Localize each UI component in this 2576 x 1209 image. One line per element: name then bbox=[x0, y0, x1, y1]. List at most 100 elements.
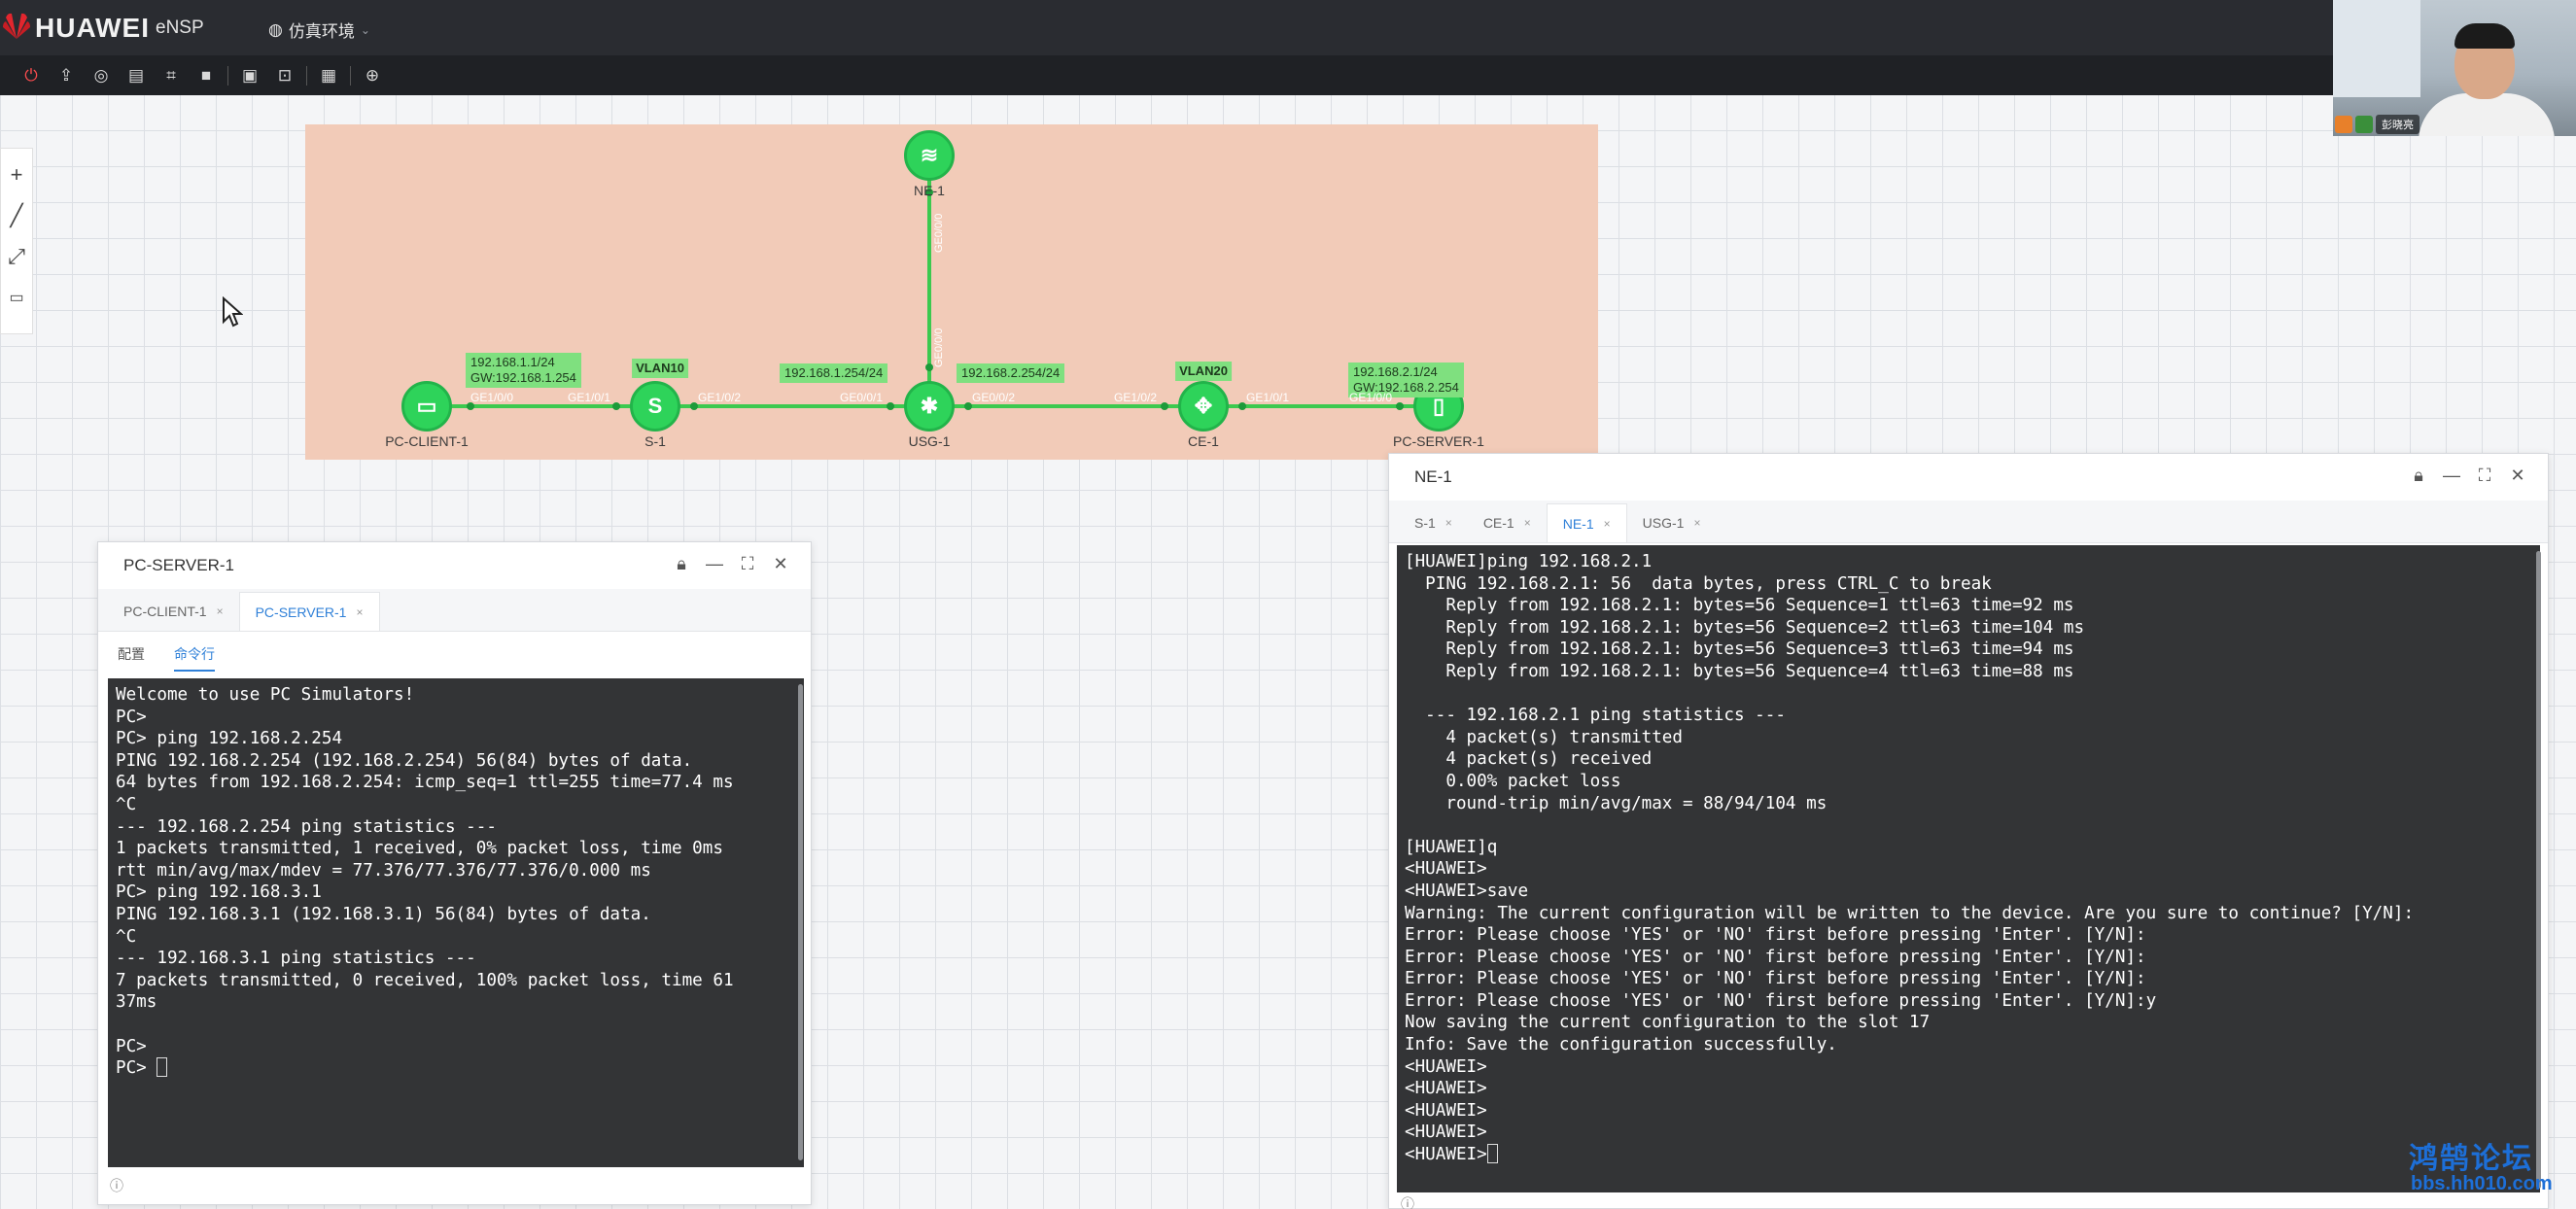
port-label: GE0/0/2 bbox=[972, 391, 1016, 404]
terminal-line: PING 192.168.2.254 (192.168.2.254) 56(84… bbox=[116, 750, 693, 771]
terminal-line: --- 192.168.2.254 ping statistics --- bbox=[116, 816, 497, 837]
book-icon[interactable]: ▤ bbox=[119, 62, 154, 89]
close-icon[interactable]: ✕ bbox=[770, 554, 791, 574]
gateway: GW:192.168.1.254 bbox=[470, 370, 576, 385]
window-controls: 🔒︎ — ⛶ ✕ bbox=[2408, 466, 2528, 486]
terminal-line: Reply from 192.168.2.1: bytes=56 Sequenc… bbox=[1405, 639, 2074, 660]
add-icon[interactable]: + bbox=[2, 155, 31, 195]
text-cursor bbox=[157, 1057, 168, 1078]
device-usg[interactable]: ✱ bbox=[904, 381, 955, 432]
webcam-namebar: 彭晓亮 bbox=[2335, 115, 2419, 134]
webcam-background bbox=[2333, 0, 2420, 97]
close-icon[interactable]: × bbox=[1693, 516, 1700, 530]
device-ne1[interactable]: ≋ bbox=[904, 130, 955, 181]
text-box-icon[interactable]: ▭ bbox=[2, 277, 31, 318]
scrollbar[interactable] bbox=[2536, 551, 2541, 1189]
close-icon[interactable]: ✕ bbox=[2507, 466, 2528, 486]
title-bar: HUAWEI eNSP ◍ 仿真环境 ⌄ bbox=[0, 0, 2576, 55]
tab-label: S-1 bbox=[1414, 515, 1436, 531]
tab-ce1[interactable]: CE-1 × bbox=[1468, 503, 1547, 542]
scrollbar[interactable] bbox=[798, 684, 803, 1160]
environment-selector[interactable]: ◍ 仿真环境 ⌄ bbox=[268, 17, 370, 42]
close-icon[interactable]: × bbox=[1604, 517, 1611, 531]
port-label: GE1/0/0 bbox=[470, 391, 514, 404]
device-ce1[interactable]: ✥ bbox=[1178, 381, 1229, 432]
tab-ne1[interactable]: NE-1 × bbox=[1546, 503, 1627, 542]
ne1-terminal[interactable]: [HUAWEI]ping 192.168.2.1 PING 192.168.2.… bbox=[1397, 545, 2540, 1192]
toolbar: ⏻ ⇪ ◎ ▤ ⌗ ■ ▣ ⊡ ▦ ⊕ bbox=[0, 55, 2576, 95]
tab-command-line[interactable]: 命令行 bbox=[174, 644, 215, 672]
tab-config[interactable]: 配置 bbox=[118, 644, 145, 664]
terminal-line: [HUAWEI]q bbox=[1405, 837, 1498, 857]
ip-address: 192.168.1.1/24 bbox=[470, 355, 555, 369]
terminal-line: Error: Please choose 'YES' or 'NO' first… bbox=[1405, 990, 2157, 1011]
tab-label: NE-1 bbox=[1562, 515, 1594, 532]
port-label: GE1/0/1 bbox=[568, 391, 611, 404]
device-pc-client[interactable]: ▭ bbox=[401, 381, 452, 432]
tab-pc-server[interactable]: PC-SERVER-1 × bbox=[238, 592, 380, 631]
terminal-line: Info: Save the configuration successfull… bbox=[1405, 1035, 1837, 1055]
lock-icon[interactable]: 🔒︎ bbox=[671, 554, 692, 574]
image-icon[interactable]: ▣ bbox=[232, 62, 267, 89]
terminal-line: --- 192.168.2.1 ping statistics --- bbox=[1405, 706, 1786, 726]
device-label-ne1: NE-1 bbox=[914, 183, 945, 198]
terminal-line: 7 packets transmitted, 0 received, 100% … bbox=[116, 970, 734, 990]
maximize-icon[interactable]: ⛶ bbox=[2474, 466, 2495, 486]
webcam-person bbox=[2419, 93, 2555, 136]
terminal-line: Error: Please choose 'YES' or 'NO' first… bbox=[1405, 969, 2146, 989]
terminal-line: --- 192.168.3.1 ping statistics --- bbox=[116, 949, 476, 969]
vlan-tag-10: VLAN10 bbox=[632, 359, 688, 378]
power-icon[interactable]: ⏻ bbox=[14, 62, 49, 89]
terminal-line: Error: Please choose 'YES' or 'NO' first… bbox=[1405, 925, 2146, 946]
device-label-pc-server: PC-SERVER-1 bbox=[1393, 433, 1484, 449]
briefcase-icon[interactable]: ⊡ bbox=[267, 62, 302, 89]
terminal-line: Reply from 192.168.2.1: bytes=56 Sequenc… bbox=[1405, 617, 2085, 638]
grid-icon[interactable]: ▦ bbox=[311, 62, 346, 89]
vlan-tag-20: VLAN20 bbox=[1175, 362, 1232, 381]
help-icon[interactable]: ⓘ bbox=[1401, 1194, 1414, 1209]
terminal-line: 64 bytes from 192.168.2.254: icmp_seq=1 … bbox=[116, 773, 734, 793]
hide-icon[interactable]: ◎ bbox=[84, 62, 119, 89]
upload-icon[interactable]: ⇪ bbox=[49, 62, 84, 89]
minimize-icon[interactable]: — bbox=[704, 554, 725, 574]
pc-terminal[interactable]: Welcome to use PC Simulators! PC> PC> ping… bbox=[108, 678, 804, 1167]
pc-icon: ▭ bbox=[416, 394, 437, 418]
huawei-logo-icon bbox=[3, 13, 30, 39]
crop-icon[interactable]: ⌗ bbox=[154, 62, 189, 89]
topology-canvas[interactable]: ≋ NE-1 ▭ PC-CLIENT-1 S S-1 ✱ USG-1 ✥ CE-… bbox=[305, 124, 1598, 460]
tab-usg1[interactable]: USG-1 × bbox=[1627, 503, 1717, 542]
square-icon[interactable]: ■ bbox=[189, 62, 224, 89]
terminal-line: Reply from 192.168.2.1: bytes=56 Sequenc… bbox=[1405, 661, 2074, 681]
device-s1[interactable]: S bbox=[630, 381, 680, 432]
watermark-title: 鸿鹄论坛 bbox=[2409, 1142, 2533, 1176]
port-label: GE0/0/0 bbox=[933, 213, 945, 253]
help-icon[interactable]: ⓘ bbox=[110, 1176, 123, 1195]
switch-icon: S bbox=[647, 394, 663, 418]
window-tabs: PC-CLIENT-1 × PC-SERVER-1 × bbox=[98, 589, 811, 632]
globe-icon[interactable]: ⊕ bbox=[355, 62, 390, 89]
toolbar-divider bbox=[306, 65, 307, 86]
canvas-tools: + ╱ ⤢ ▭ bbox=[0, 148, 33, 334]
tab-pc-client[interactable]: PC-CLIENT-1 × bbox=[108, 592, 239, 631]
minimize-icon[interactable]: — bbox=[2441, 466, 2462, 486]
close-icon[interactable]: × bbox=[1524, 516, 1531, 530]
terminal-line: <HUAWEI> bbox=[1405, 859, 1487, 880]
watermark-url: bbs.hh010.com bbox=[2411, 1173, 2553, 1194]
close-icon[interactable]: × bbox=[1445, 516, 1452, 530]
maximize-icon[interactable]: ⛶ bbox=[737, 554, 758, 574]
terminal-line: Now saving the current configuration to … bbox=[1405, 1013, 1931, 1033]
ip-tag-pc-client: 192.168.1.1/24 GW:192.168.1.254 bbox=[466, 353, 581, 388]
lock-icon[interactable]: 🔒︎ bbox=[2408, 466, 2429, 486]
fit-icon[interactable]: ⤢ bbox=[2, 236, 31, 277]
terminal-line: <HUAWEI> bbox=[1405, 1123, 1487, 1143]
tab-label: CE-1 bbox=[1482, 515, 1514, 531]
terminal-line: <HUAWEI> bbox=[1405, 1056, 1487, 1077]
terminal-line: Error: Please choose 'YES' or 'NO' first… bbox=[1405, 947, 2146, 967]
line-icon[interactable]: ╱ bbox=[2, 195, 31, 236]
window-controls: 🔒︎ — ⛶ ✕ bbox=[671, 554, 791, 574]
close-icon[interactable]: × bbox=[217, 604, 224, 618]
tab-s1[interactable]: S-1 × bbox=[1399, 503, 1468, 542]
close-icon[interactable]: × bbox=[356, 605, 363, 619]
ne1-window: NE-1 🔒︎ — ⛶ ✕ S-1 × CE-1 × NE-1 × USG-1 × [H… bbox=[1388, 453, 2549, 1209]
port-label: GE1/0/2 bbox=[1114, 391, 1158, 404]
